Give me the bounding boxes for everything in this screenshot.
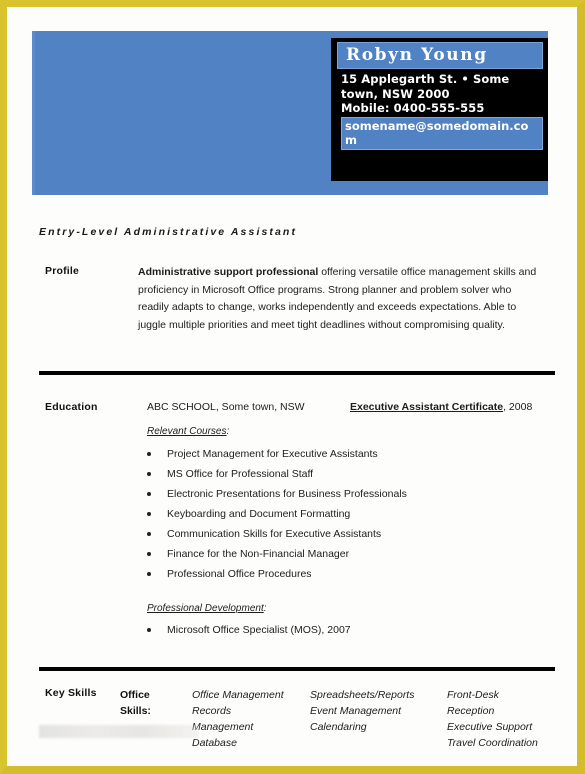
skill-item: Management: [192, 721, 254, 733]
professional-development-text: Professional Development: [147, 603, 264, 614]
address-line-2: town, NSW 2000: [341, 86, 450, 101]
professional-development-colon: :: [263, 603, 267, 614]
certificate-name: Executive Assistant Certificate: [350, 401, 504, 413]
education-certificate: Executive Assistant Certificate, 2008: [350, 401, 532, 413]
skill-category-office: Office Skills:: [120, 687, 180, 719]
relevant-courses-colon: :: [226, 426, 230, 437]
section-label-key-skills: Key Skills: [45, 687, 97, 699]
resume-page-frame: Robyn Young 15 Applegarth St. • Some tow…: [0, 0, 585, 774]
mobile-number: Mobile: 0400-555-555: [341, 101, 485, 115]
skill-item: Reception: [447, 705, 495, 717]
divider-above-education: [39, 371, 555, 375]
skill-item: Front-Desk: [447, 689, 499, 701]
skills-column-2: Spreadsheets/Reports Event Management Ca…: [310, 687, 438, 735]
name-plate: Robyn Young: [337, 42, 543, 69]
email-plate[interactable]: somename@somedomain.com: [341, 116, 543, 150]
skill-item: Travel Coordination: [447, 737, 538, 749]
skill-category-line-2: Skills:: [120, 705, 151, 717]
skill-item: Event Management: [310, 705, 402, 717]
relevant-courses-heading: Relevant Courses:: [147, 426, 229, 437]
skill-item: Spreadsheets/Reports: [310, 689, 415, 701]
banner-edge-highlight: [32, 31, 35, 195]
section-label-profile: Profile: [45, 265, 80, 277]
contact-block: Robyn Young 15 Applegarth St. • Some tow…: [331, 38, 548, 181]
job-title: Entry-Level Administrative Assistant: [39, 226, 298, 238]
list-item: Professional Office Procedures: [143, 564, 407, 584]
faint-watermark: [39, 725, 199, 738]
email-address[interactable]: somename@somedomain.com: [345, 119, 540, 148]
list-item: MS Office for Professional Staff: [143, 464, 407, 484]
skill-item: Office Management: [192, 689, 284, 701]
skills-column-3: Front-Desk Reception Executive Support T…: [447, 687, 557, 751]
profile-paragraph: Administrative support professional offe…: [138, 264, 540, 334]
relevant-courses-text: Relevant Courses: [147, 426, 227, 437]
resume-page: Robyn Young 15 Applegarth St. • Some tow…: [7, 7, 577, 766]
professional-development-heading: Professional Development:: [147, 603, 267, 614]
relevant-courses-list: Project Management for Executive Assista…: [143, 444, 407, 584]
list-item: Communication Skills for Executive Assis…: [143, 524, 407, 544]
address-line-1: 15 Applegarth St. • Some: [341, 72, 510, 86]
skill-item: Database: [192, 737, 237, 749]
skill-item: Executive Support: [447, 721, 533, 733]
contact-details: 15 Applegarth St. • Some town, NSW 2000 …: [337, 72, 543, 150]
list-item: Project Management for Executive Assista…: [143, 444, 407, 464]
education-school: ABC SCHOOL, Some town, NSW: [147, 401, 305, 413]
skills-column-1: Office Management Records Management Dat…: [192, 687, 304, 751]
divider-above-key-skills: [39, 667, 555, 671]
skill-item: Calendaring: [310, 721, 367, 733]
skill-category-line-1: Office: [120, 689, 150, 701]
certificate-year: , 2008: [503, 401, 533, 413]
list-item: Electronic Presentations for Business Pr…: [143, 484, 407, 504]
list-item: Finance for the Non-Financial Manager: [143, 544, 407, 564]
profile-lead: Administrative support professional: [138, 266, 319, 278]
list-item: Keyboarding and Document Formatting: [143, 504, 407, 524]
candidate-name: Robyn Young: [346, 45, 488, 65]
list-item: Microsoft Office Specialist (MOS), 2007: [143, 620, 351, 640]
skill-item: Records: [192, 705, 232, 717]
professional-development-list: Microsoft Office Specialist (MOS), 2007: [143, 620, 351, 640]
section-label-education: Education: [45, 401, 98, 413]
